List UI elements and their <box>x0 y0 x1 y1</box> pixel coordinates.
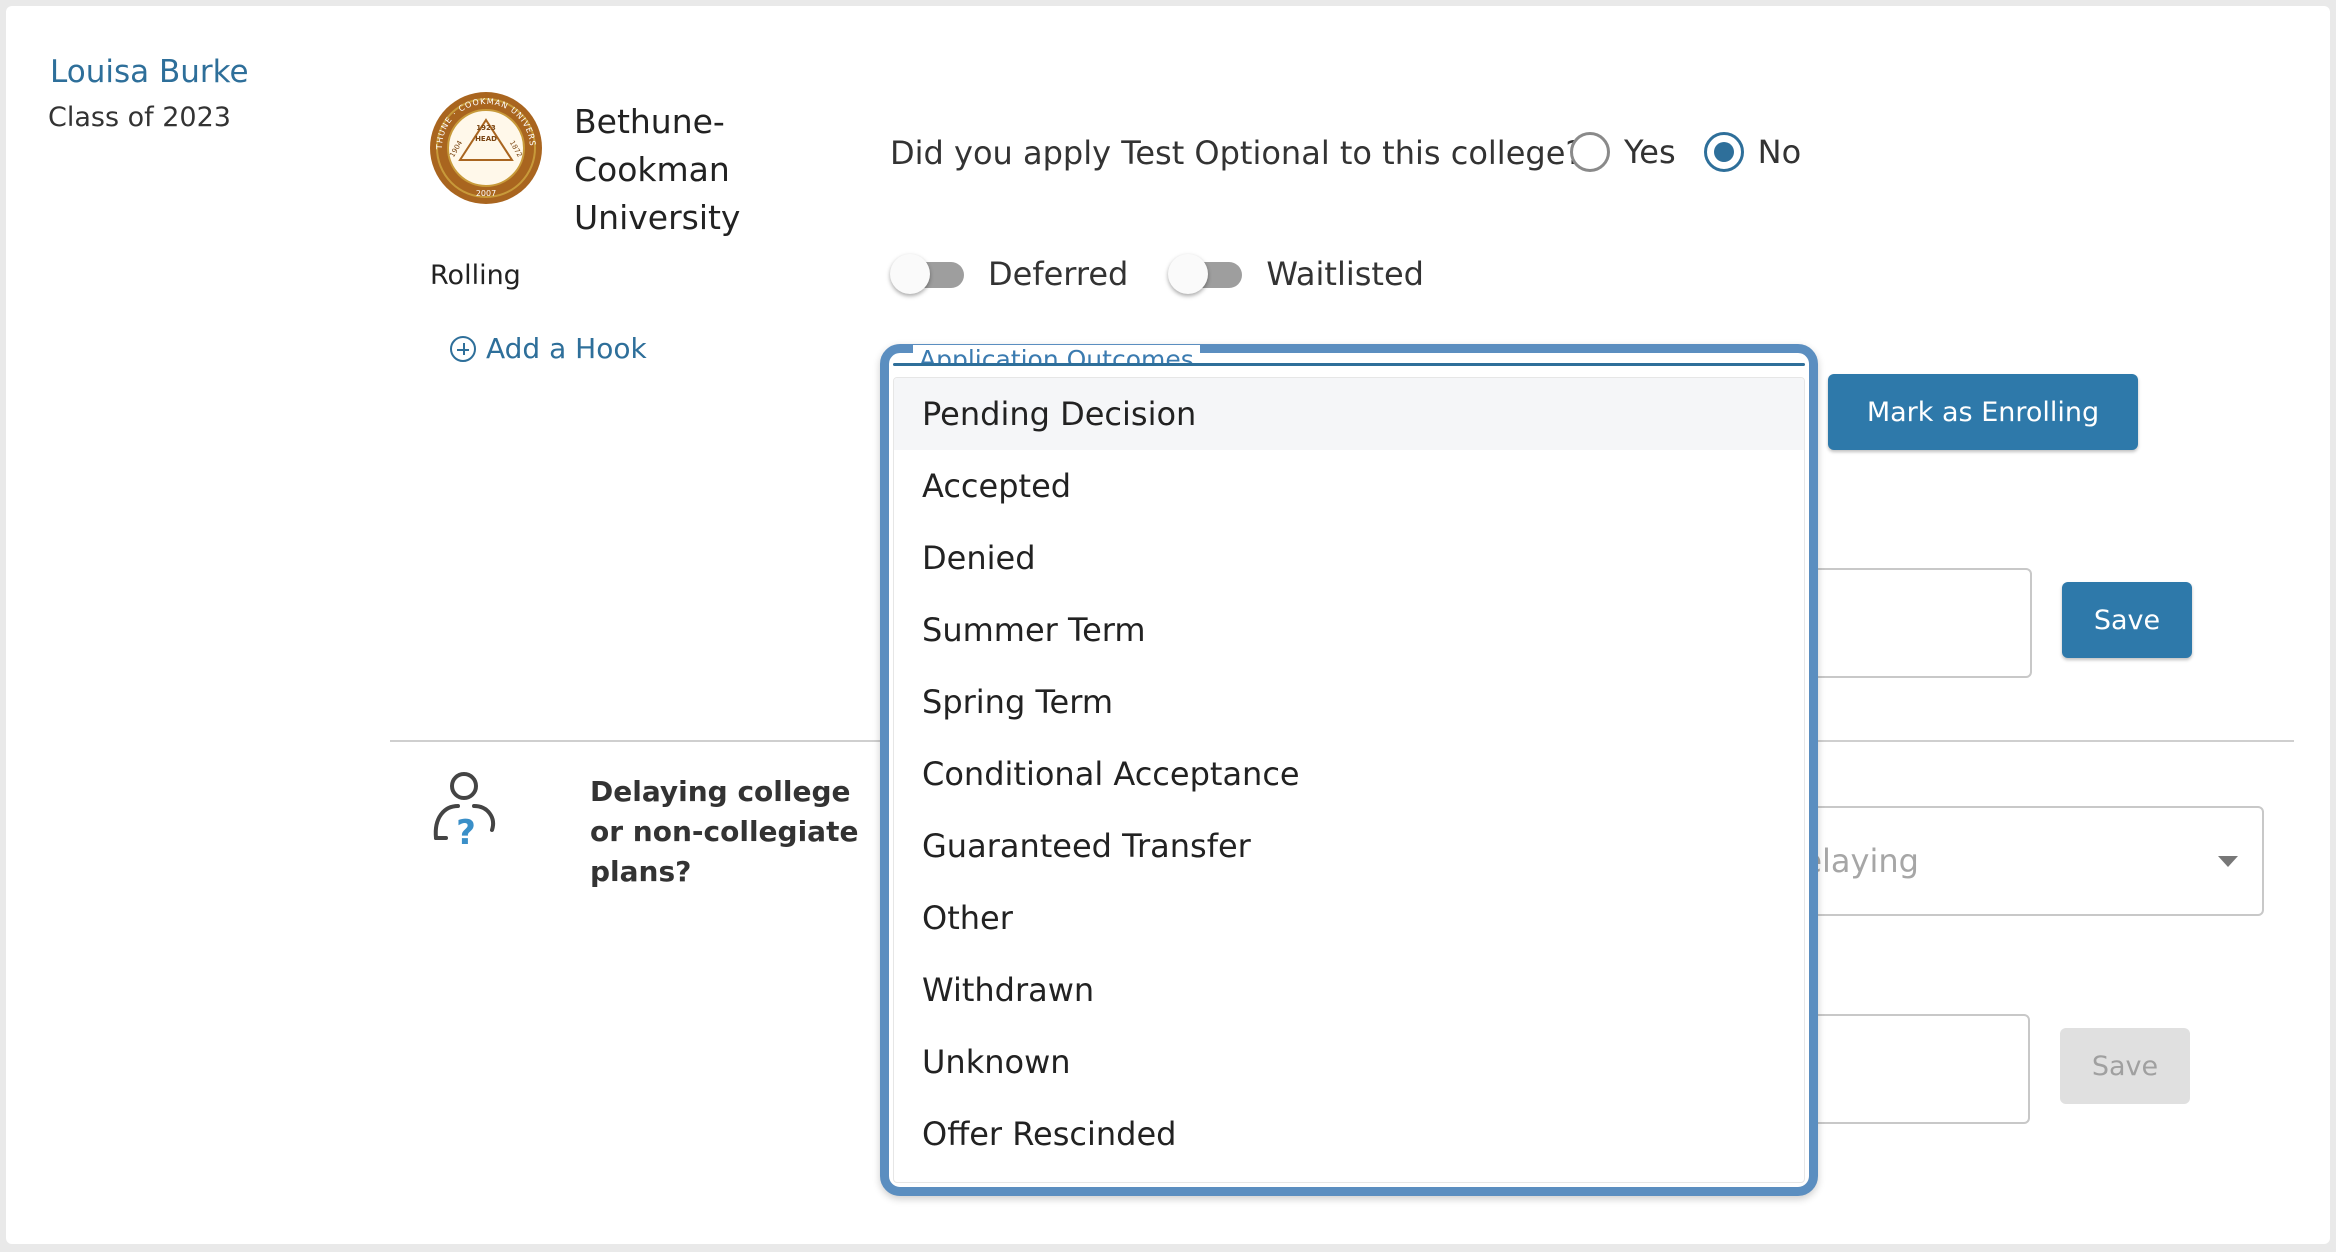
option-unknown[interactable]: Unknown <box>894 1026 1804 1098</box>
deferred-toggle[interactable]: Deferred <box>890 254 1128 294</box>
status-toggles: Deferred Waitlisted <box>890 254 1424 294</box>
radio-no[interactable]: No <box>1703 132 1802 172</box>
waitlisted-toggle[interactable]: Waitlisted <box>1168 254 1424 294</box>
option-withdrawn[interactable]: Withdrawn <box>894 954 1804 1026</box>
option-accepted[interactable]: Accepted <box>894 450 1804 522</box>
option-conditional-acceptance[interactable]: Conditional Acceptance <box>894 738 1804 810</box>
option-other[interactable]: Other <box>894 882 1804 954</box>
seal-center-year: 1923 <box>476 124 496 132</box>
delaying-question-label: Delaying college or non-collegiate plans… <box>590 775 859 888</box>
option-guaranteed-transfer[interactable]: Guaranteed Transfer <box>894 810 1804 882</box>
option-spring-term[interactable]: Spring Term <box>894 666 1804 738</box>
deferred-label: Deferred <box>988 255 1129 293</box>
radio-yes-label: Yes <box>1624 133 1676 171</box>
delaying-plans-select[interactable]: delaying <box>1766 806 2264 916</box>
test-optional-question: Did you apply Test Optional to this coll… <box>890 134 1583 172</box>
add-hook-label: Add a Hook <box>486 332 647 365</box>
option-pending-decision[interactable]: Pending Decision <box>894 378 1804 450</box>
waitlisted-switch[interactable] <box>1168 254 1244 294</box>
option-offer-rescinded[interactable]: Offer Rescinded <box>894 1098 1804 1170</box>
save-button[interactable]: Save <box>2062 582 2192 658</box>
option-summer-term[interactable]: Summer Term <box>894 594 1804 666</box>
waitlisted-label: Waitlisted <box>1266 255 1424 293</box>
test-optional-radio-group: Yes No <box>1570 132 1801 172</box>
svg-text:?: ? <box>456 813 476 848</box>
dropdown-legend: Application Outcomes <box>913 345 1200 365</box>
radio-yes-circle[interactable] <box>1570 132 1610 172</box>
deadline-type: Rolling <box>430 260 521 291</box>
student-class-year: Class of 2023 <box>48 102 231 133</box>
save-button-disabled[interactable]: Save <box>2060 1028 2190 1104</box>
mark-as-enrolling-button[interactable]: Mark as Enrolling <box>1828 374 2138 450</box>
add-hook-link[interactable]: Add a Hook <box>450 332 647 365</box>
college-application-card: Louisa Burke Class of 2023 BETHUNE · COO… <box>6 6 2330 1244</box>
radio-no-circle[interactable] <box>1703 132 1744 172</box>
deferred-switch[interactable] <box>890 254 966 294</box>
seal-center-word: HEAD <box>475 135 497 143</box>
person-question-icon: ? <box>433 772 495 848</box>
caret-down-icon <box>2218 856 2238 867</box>
college-name: Bethune- Cookman University <box>574 102 741 237</box>
college-seal-icon: BETHUNE · COOKMAN UNIVERSITY 1923 HEAD 1… <box>428 90 542 204</box>
outcomes-option-list: Pending Decision Accepted Denied Summer … <box>893 377 1805 1183</box>
seal-bottom-year: 2007 <box>476 189 496 198</box>
option-denied[interactable]: Denied <box>894 522 1804 594</box>
radio-no-label: No <box>1757 133 1802 171</box>
student-name-link[interactable]: Louisa Burke <box>50 54 249 90</box>
plus-circle-icon <box>450 335 476 362</box>
application-outcomes-dropdown[interactable]: Application Outcomes Pending Decision Ac… <box>880 344 1818 1196</box>
radio-yes[interactable]: Yes <box>1570 132 1676 172</box>
